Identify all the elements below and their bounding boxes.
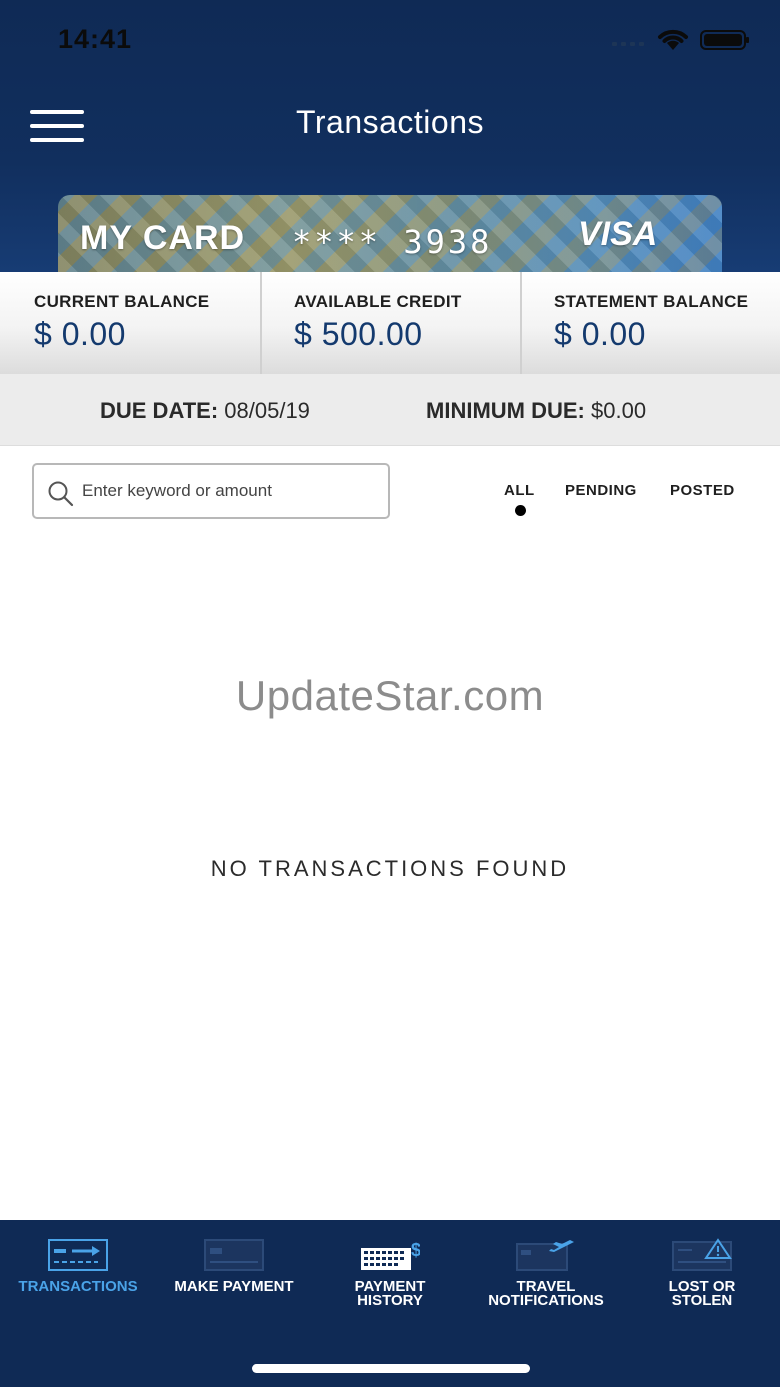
nav-make-payment-label: MAKE PAYMENT xyxy=(174,1278,294,1295)
bottom-nav: TRANSACTIONS MAKE PAYMENT $ PAYMENT HISTO… xyxy=(0,1220,780,1387)
due-info: DUE DATE: 08/05/19 MINIMUM DUE: $0.00 xyxy=(0,374,780,446)
transactions-icon xyxy=(48,1239,108,1271)
battery-icon xyxy=(700,30,749,50)
active-filter-indicator xyxy=(515,505,526,516)
due-date-label: DUE DATE: xyxy=(100,398,219,423)
home-indicator[interactable] xyxy=(252,1364,530,1373)
nav-transactions[interactable]: TRANSACTIONS xyxy=(0,1220,156,1320)
card-plane-icon xyxy=(516,1240,574,1271)
statement-balance-label: STATEMENT BALANCE xyxy=(554,292,749,311)
visa-logo: VISA xyxy=(578,215,658,253)
card-name: MY CARD xyxy=(80,219,246,257)
minimum-due: MINIMUM DUE: $0.00 xyxy=(426,398,646,424)
filter-all[interactable]: ALL xyxy=(504,482,535,499)
nav-travel-notifications-label: TRAVEL NOTIFICATIONS xyxy=(488,1278,604,1309)
empty-message: NO TRANSACTIONS FOUND xyxy=(210,856,570,881)
filter-posted[interactable]: POSTED xyxy=(670,482,735,499)
due-date: DUE DATE: 08/05/19 xyxy=(100,398,310,424)
available-credit-label: AVAILABLE CREDIT xyxy=(294,292,462,311)
nav-make-payment[interactable]: MAKE PAYMENT xyxy=(156,1220,312,1320)
wifi-icon xyxy=(658,29,688,50)
nav-travel-notifications[interactable]: TRAVEL NOTIFICATIONS xyxy=(468,1220,624,1320)
nav-transactions-label: TRANSACTIONS xyxy=(18,1278,138,1295)
minimum-due-label: MINIMUM DUE: xyxy=(426,398,585,423)
nav-payment-history[interactable]: $ PAYMENT HISTORY xyxy=(312,1220,468,1320)
current-balance-value: $ 0.00 xyxy=(34,316,126,352)
balance-summary: CURRENT BALANCE $ 0.00 AVAILABLE CREDIT … xyxy=(0,272,780,374)
statement-balance: STATEMENT BALANCE $ 0.00 xyxy=(520,272,780,374)
app-header: 14:41 Transactions MY CARD **** 3938 VIS… xyxy=(0,0,780,272)
search-box[interactable] xyxy=(32,463,390,519)
svg-text:$: $ xyxy=(411,1240,420,1260)
available-credit-value: $ 500.00 xyxy=(294,316,423,352)
status-time: 14:41 xyxy=(58,24,133,54)
page-title: Transactions xyxy=(296,104,484,140)
credit-card[interactable]: MY CARD **** 3938 VISA xyxy=(58,195,722,272)
calendar-dollar-icon: $ xyxy=(361,1240,420,1270)
search-input[interactable] xyxy=(82,475,378,507)
card-icon xyxy=(204,1239,264,1271)
card-number: **** 3938 xyxy=(292,223,493,261)
nav-payment-history-label: PAYMENT HISTORY xyxy=(354,1278,426,1309)
status-bar: 14:41 xyxy=(0,0,780,80)
nav-lost-or-stolen[interactable]: LOST OR STOLEN xyxy=(624,1220,780,1320)
minimum-due-value: $0.00 xyxy=(591,398,647,423)
nav-lost-or-stolen-label: LOST OR STOLEN xyxy=(668,1278,736,1309)
current-balance-label: CURRENT BALANCE xyxy=(34,292,210,311)
search-icon xyxy=(48,481,74,507)
current-balance: CURRENT BALANCE $ 0.00 xyxy=(0,272,260,374)
due-date-value: 08/05/19 xyxy=(224,398,310,423)
statement-balance-value: $ 0.00 xyxy=(554,316,646,352)
filter-pending[interactable]: PENDING xyxy=(565,482,637,499)
cellular-signal-icon xyxy=(612,42,644,46)
available-credit: AVAILABLE CREDIT $ 500.00 xyxy=(260,272,520,374)
watermark: UpdateStar.com xyxy=(235,672,545,719)
card-warning-icon xyxy=(672,1238,732,1271)
